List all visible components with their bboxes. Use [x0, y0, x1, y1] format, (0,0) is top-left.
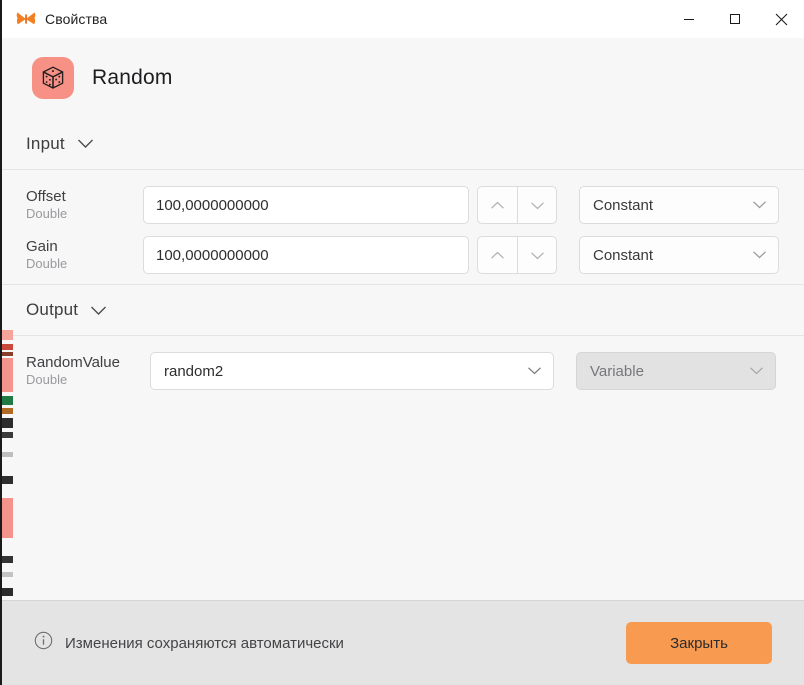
property-name: Offset	[26, 187, 66, 205]
output-rows: RandomValue Double random2 Variable	[2, 336, 804, 400]
gain-mode-dropdown[interactable]: Constant	[579, 236, 779, 274]
section-title-input: Input	[26, 133, 65, 153]
offset-value-input[interactable]	[143, 186, 469, 224]
section-title-output: Output	[26, 300, 79, 319]
chevron-down-icon[interactable]	[90, 305, 107, 316]
randomvalue-mode-dropdown: Variable	[576, 352, 776, 390]
offset-mode-dropdown[interactable]: Constant	[579, 186, 779, 224]
property-name: Gain	[26, 237, 58, 255]
input-rows: Offset Double Constant	[2, 170, 804, 284]
gain-spinner	[477, 236, 557, 274]
randomvalue-variable-select[interactable]: random2	[150, 352, 554, 390]
property-field-offset: Constant	[143, 186, 779, 224]
dialog-footer: Изменения сохраняются автоматически Закр…	[2, 600, 804, 685]
node-header: Random	[2, 38, 804, 118]
chevron-down-icon	[752, 196, 767, 214]
property-type: Double	[26, 256, 68, 272]
property-type: Double	[26, 372, 68, 388]
chevron-down-icon	[752, 246, 767, 264]
section-header-output[interactable]: Output	[2, 284, 804, 336]
properties-window: Свойства Random Input Offset Double 100,…	[0, 0, 804, 685]
info-circle-icon	[34, 631, 53, 655]
property-name: RandomValue	[26, 353, 120, 371]
chevron-up-icon[interactable]	[477, 186, 517, 224]
autosave-text: Изменения сохраняются автоматически	[65, 634, 344, 652]
offset-spinner	[477, 186, 557, 224]
property-field-gain: Constant	[143, 236, 779, 274]
title-bar-left: Свойства	[2, 11, 107, 27]
property-row-randomvalue: RandomValue Double random2 Variable	[2, 346, 804, 396]
randomvalue-mode-value: Variable	[590, 362, 644, 380]
title-bar: Свойства	[2, 0, 804, 38]
dice-icon	[32, 57, 74, 99]
gain-mode-value: Constant	[593, 246, 654, 264]
property-label-gain: Gain Double	[26, 237, 143, 272]
chevron-down-icon	[749, 362, 764, 380]
node-title: Random	[92, 66, 173, 89]
chevron-down-icon[interactable]	[77, 138, 94, 149]
randomvalue-variable-value: random2	[164, 362, 224, 380]
property-row-gain: Gain Double Constant	[2, 230, 804, 280]
maximize-icon[interactable]	[712, 0, 758, 38]
offset-mode-value: Constant	[593, 196, 654, 214]
property-row-offset: Offset Double Constant	[2, 180, 804, 230]
minimize-icon[interactable]	[666, 0, 712, 38]
property-field-randomvalue: random2 Variable	[150, 352, 776, 390]
property-type: Double	[26, 206, 68, 222]
gain-value-input[interactable]	[143, 236, 469, 274]
close-dialog-button[interactable]: Закрыть	[626, 622, 772, 664]
window-title: Свойства	[45, 11, 108, 27]
section-header-input[interactable]: Input	[2, 118, 804, 170]
window-controls	[666, 0, 804, 38]
autosave-note: Изменения сохраняются автоматически	[34, 631, 344, 655]
chevron-down-icon[interactable]	[517, 236, 557, 274]
chevron-up-icon[interactable]	[477, 236, 517, 274]
close-icon[interactable]	[758, 0, 804, 38]
butterfly-icon	[16, 11, 36, 27]
property-label-offset: Offset Double	[26, 187, 143, 222]
chevron-down-icon[interactable]	[517, 186, 557, 224]
chevron-down-icon	[527, 362, 542, 380]
properties-body: Input Offset Double 100,0000000000 Const…	[2, 118, 804, 600]
property-label-randomvalue: RandomValue Double	[26, 353, 150, 388]
